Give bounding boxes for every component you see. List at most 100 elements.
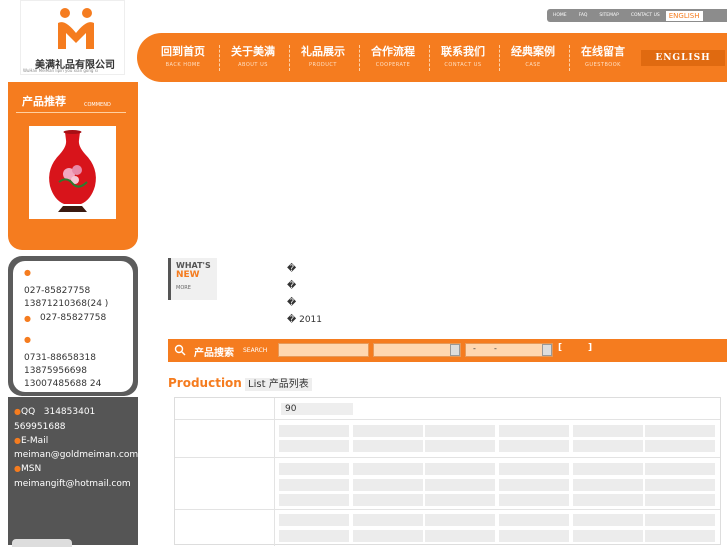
qq-row: ●QQ 314853401 xyxy=(14,407,96,417)
qq-number-1[interactable]: 314853401 xyxy=(44,407,96,417)
table-cell xyxy=(499,463,569,475)
table-cell xyxy=(425,425,495,437)
qq-number-2[interactable]: 569951688 xyxy=(14,422,66,432)
qq-online-button[interactable] xyxy=(12,539,72,547)
nav-sublabel: CASE xyxy=(525,62,541,68)
table-cell xyxy=(573,463,643,475)
news-item[interactable]: � 2011 xyxy=(287,315,322,325)
table-cell xyxy=(499,530,569,542)
nav-label: 经典案例 xyxy=(511,45,555,58)
bullet: ● xyxy=(24,268,31,277)
table-cell xyxy=(425,514,495,526)
nav-item-contact[interactable]: 联系我们 CONTACT US xyxy=(429,43,497,68)
nav-label: 关于美满 xyxy=(231,45,275,58)
table-cell xyxy=(279,494,349,506)
im-panel: ●QQ 314853401 569951688 ●E-Mail meiman@g… xyxy=(8,397,138,547)
subcategory-dropdown-button[interactable] xyxy=(542,344,552,356)
nav-english-button[interactable]: ENGLISH xyxy=(641,50,725,66)
toplink-contact[interactable]: CONTACT US xyxy=(625,13,666,18)
nav-label: 礼品展示 xyxy=(301,45,345,58)
table-cell xyxy=(279,530,349,542)
product-table: 90 xyxy=(174,397,721,546)
search-bracket-close[interactable]: ] xyxy=(588,343,592,353)
search-dash: - xyxy=(494,344,497,353)
table-cell xyxy=(645,425,715,437)
table-cell xyxy=(499,425,569,437)
news-item[interactable]: � xyxy=(287,264,296,274)
table-cell xyxy=(645,514,715,526)
logo-mark-icon xyxy=(58,8,94,49)
bullet: ● xyxy=(24,335,31,344)
news-item[interactable]: � xyxy=(287,281,296,291)
table-cell xyxy=(353,479,423,491)
bullet: ● xyxy=(24,314,31,323)
email-label: E-Mail xyxy=(20,436,49,446)
nav-sublabel: PRODUCT xyxy=(309,62,337,68)
msn-address[interactable]: meimangift@hotmail.com xyxy=(14,479,131,489)
table-cell xyxy=(573,425,643,437)
table-row xyxy=(175,420,720,458)
whats-new-badge[interactable]: WHAT'S NEW MORE xyxy=(168,258,217,300)
toplink-english[interactable]: ENGLISH xyxy=(665,10,703,21)
table-row-label xyxy=(175,398,275,419)
nav-item-case[interactable]: 经典案例 CASE xyxy=(499,43,567,68)
contact-phone-1: 027-85827758 xyxy=(24,286,91,296)
search-label: 产品搜索 xyxy=(194,348,234,359)
table-cell xyxy=(573,514,643,526)
table-cell xyxy=(425,440,495,452)
table-cell xyxy=(499,440,569,452)
table-cell xyxy=(499,514,569,526)
contact-phone-2: 0731-88658318 xyxy=(24,353,96,363)
nav-label: 联系我们 xyxy=(441,45,485,58)
search-keyword-input[interactable] xyxy=(278,343,369,357)
table-cell xyxy=(573,494,643,506)
table-cell xyxy=(353,440,423,452)
contact-panel: ● 027-85827758 13871210368(24 ) ● 027-85… xyxy=(8,256,138,396)
table-row xyxy=(175,510,720,546)
msn-label: MSN xyxy=(20,464,42,474)
toplink-faq[interactable]: FAQ xyxy=(573,13,594,18)
nav-sublabel: COOPERATE xyxy=(375,62,411,68)
news-item[interactable]: � xyxy=(287,298,296,308)
email-address[interactable]: meiman@goldmeiman.com xyxy=(14,450,138,460)
vase-image-icon xyxy=(49,130,96,212)
table-row-label xyxy=(175,510,275,546)
table-cell xyxy=(279,425,349,437)
search-subcategory-select[interactable] xyxy=(465,343,553,357)
contact-mobile-1: 13871210368(24 ) xyxy=(24,299,109,309)
table-cell xyxy=(353,530,423,542)
nav-item-cooperate[interactable]: 合作流程 COOPERATE xyxy=(359,43,427,68)
table-cell xyxy=(499,494,569,506)
search-bracket-open[interactable]: [ xyxy=(558,343,562,353)
nav-sublabel: ABOUT US xyxy=(238,62,268,68)
table-cell xyxy=(425,530,495,542)
logo[interactable]: 美满礼品有限公司 WuHan MeiMan lipin you xian gon… xyxy=(20,0,125,75)
contact-mobile-2: 13875956698 xyxy=(24,366,87,376)
table-cell xyxy=(425,463,495,475)
nav-item-home[interactable]: 回到首页 BACK HOME xyxy=(149,43,217,68)
toplink-sitemap[interactable]: SITEMAP xyxy=(593,13,624,18)
table-cell xyxy=(573,530,643,542)
toplink-home[interactable]: HOME xyxy=(547,13,573,18)
recommend-title: 产品推荐 xyxy=(22,95,66,108)
recommend-divider xyxy=(16,112,126,113)
nav-label: 回到首页 xyxy=(161,45,205,58)
search-category-select[interactable] xyxy=(373,343,461,357)
product-image[interactable] xyxy=(29,126,116,219)
table-cell xyxy=(645,463,715,475)
table-cell xyxy=(499,479,569,491)
nav-item-guestbook[interactable]: 在线留言 GUESTBOOK xyxy=(569,43,637,68)
table-cell: 90 xyxy=(281,403,353,415)
table-cell xyxy=(353,463,423,475)
nav-item-product[interactable]: 礼品展示 PRODUCT xyxy=(289,43,357,68)
category-dropdown-button[interactable] xyxy=(450,344,460,356)
table-cell xyxy=(279,479,349,491)
nav-sublabel: BACK HOME xyxy=(165,62,201,68)
nav-label: 在线留言 xyxy=(581,45,625,58)
whats-new-more[interactable]: MORE xyxy=(176,285,191,291)
nav-item-about[interactable]: 关于美满 ABOUT US xyxy=(219,43,287,68)
table-cell xyxy=(279,440,349,452)
recommend-subtitle: COMMEND xyxy=(84,102,111,108)
table-cell xyxy=(353,425,423,437)
production-title-rest: List 产品列表 xyxy=(245,378,312,391)
